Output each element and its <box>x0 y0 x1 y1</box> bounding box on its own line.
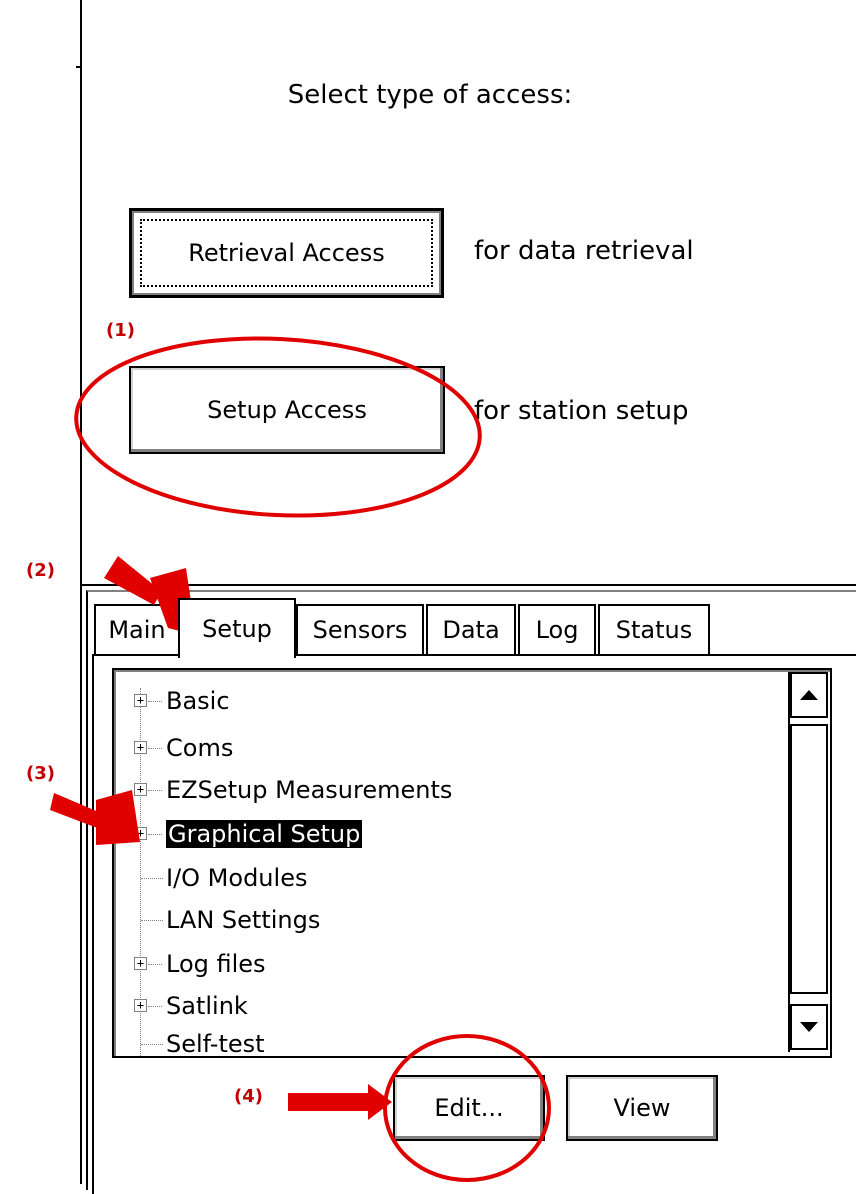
scroll-up-button[interactable] <box>790 672 828 718</box>
tab-setup-label: Setup <box>202 615 272 643</box>
triangle-up-icon <box>800 690 818 700</box>
plus-box-icon[interactable]: + <box>134 694 147 707</box>
scroll-thumb[interactable] <box>790 724 828 994</box>
tree-item-label: EZSetup Measurements <box>166 776 453 804</box>
plus-box-icon[interactable]: + <box>134 783 147 796</box>
tab-data[interactable]: Data <box>426 604 516 654</box>
tree-item-label: Basic <box>166 687 230 715</box>
tab-setup[interactable]: Setup <box>178 598 296 658</box>
setup-access-description: for station setup <box>474 396 689 426</box>
tab-data-label: Data <box>442 616 500 644</box>
tree-item-label: LAN Settings <box>166 906 321 934</box>
plus-box-icon[interactable]: + <box>134 999 147 1012</box>
edit-button[interactable]: Edit... <box>393 1075 545 1141</box>
tab-status-label: Status <box>615 616 693 644</box>
access-title: Select type of access: <box>287 80 573 110</box>
edit-button-label: Edit... <box>434 1094 504 1122</box>
retrieval-access-button[interactable]: Retrieval Access <box>129 208 444 298</box>
annotation-step-3: (3) <box>26 763 55 784</box>
setup-tree-view[interactable]: + Basic + Coms + EZSetup Measurements + … <box>112 668 832 1058</box>
setup-access-label: Setup Access <box>207 396 367 424</box>
tab-log[interactable]: Log <box>518 604 596 654</box>
annotation-step-1: (1) <box>106 320 135 341</box>
tab-log-label: Log <box>535 616 579 644</box>
tab-main-label: Main <box>108 616 166 644</box>
annotation-step-2: (2) <box>26 560 55 581</box>
tree-item-label: Self-test <box>166 1030 265 1058</box>
triangle-down-icon <box>800 1022 818 1032</box>
retrieval-access-label: Retrieval Access <box>188 239 385 267</box>
setup-access-button[interactable]: Setup Access <box>129 366 445 454</box>
annotation-step-4: (4) <box>234 1086 263 1107</box>
tree-item-label: Coms <box>166 734 234 762</box>
tree-scrollbar[interactable] <box>788 672 828 1052</box>
tab-main[interactable]: Main <box>94 604 180 654</box>
tree-item-label-selected: Graphical Setup <box>166 820 363 848</box>
plus-box-icon[interactable]: + <box>134 741 147 754</box>
tab-sensors[interactable]: Sensors <box>296 604 424 654</box>
plus-box-icon[interactable]: + <box>134 957 147 970</box>
tree-item-label: Log files <box>166 950 266 978</box>
view-button-label: View <box>613 1094 671 1122</box>
retrieval-access-description: for data retrieval <box>474 236 694 266</box>
tab-sensors-label: Sensors <box>312 616 408 644</box>
tree-item-label: Satlink <box>166 992 248 1020</box>
tab-status[interactable]: Status <box>598 604 710 654</box>
tree-item-label: I/O Modules <box>166 864 308 892</box>
plus-box-icon[interactable]: + <box>134 827 147 840</box>
scroll-down-button[interactable] <box>790 1004 828 1050</box>
view-button[interactable]: View <box>566 1075 718 1141</box>
